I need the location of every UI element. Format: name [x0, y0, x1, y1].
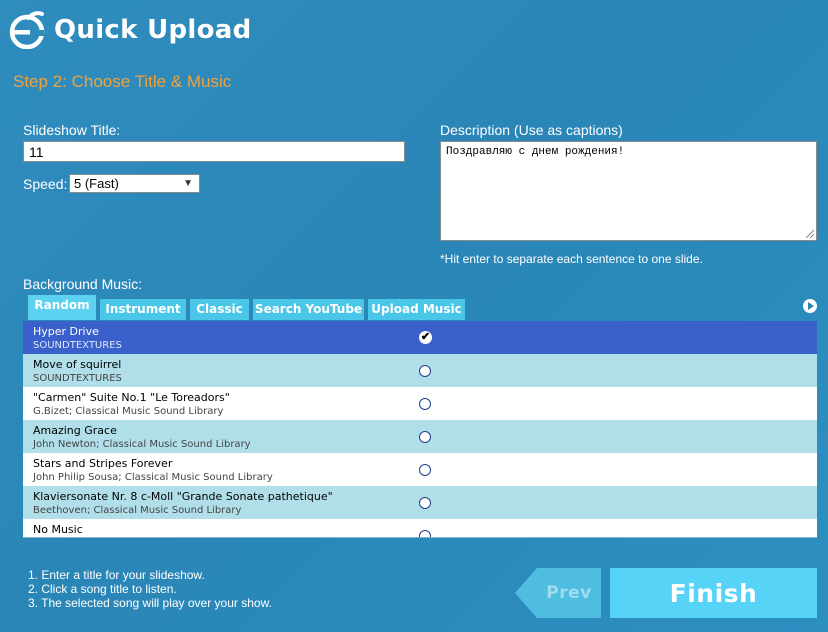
tab-search-youtube[interactable]: Search YouTube	[253, 299, 364, 320]
song-artist: John Newton; Classical Music Sound Libra…	[33, 439, 251, 450]
tab-classic[interactable]: Classic	[190, 299, 249, 320]
description-textarea[interactable]: Поздравляю с днем рождения!	[440, 141, 817, 241]
checkmark-icon[interactable]: ✔	[419, 331, 432, 344]
music-tabs: Random Instrument Classic Search YouTube…	[28, 295, 465, 320]
song-row-move-of-squirrel[interactable]: Move of squirrel SOUNDTEXTURES	[23, 354, 817, 387]
description-text: Поздравляю с днем рождения!	[446, 146, 625, 158]
song-radio[interactable]	[419, 398, 431, 410]
logo-text: Quick Upload	[54, 15, 252, 45]
prev-button-label: Prev	[537, 568, 601, 618]
chevron-down-icon: ▼	[183, 178, 193, 189]
step-title: Step 2: Choose Title & Music	[13, 72, 232, 91]
speed-label: Speed:	[23, 176, 68, 192]
resize-grip-icon[interactable]	[806, 230, 814, 238]
logo-icon	[8, 11, 46, 50]
slideshow-title-label: Slideshow Title:	[23, 122, 121, 138]
song-row-no-music[interactable]: No Music	[23, 519, 817, 537]
song-radio[interactable]	[419, 497, 431, 509]
instruction-2: 2. Click a song title to listen.	[28, 582, 177, 596]
song-row-carmen[interactable]: "Carmen" Suite No.1 "Le Toreadors" G.Biz…	[23, 387, 817, 420]
song-artist: SOUNDTEXTURES	[33, 373, 122, 384]
song-row-klaviersonate[interactable]: Klaviersonate Nr. 8 c-Moll "Grande Sonat…	[23, 486, 817, 519]
song-row-amazing-grace[interactable]: Amazing Grace John Newton; Classical Mus…	[23, 420, 817, 453]
instruction-3: 3. The selected song will play over your…	[28, 596, 272, 610]
speed-select[interactable]: 5 (Fast) ▼	[69, 174, 200, 193]
song-artist: John Philip Sousa; Classical Music Sound…	[33, 472, 273, 483]
song-radio[interactable]	[419, 365, 431, 377]
song-artist: Beethoven; Classical Music Sound Library	[33, 505, 242, 516]
instruction-1: 1. Enter a title for your slideshow.	[28, 568, 205, 582]
song-artist: SOUNDTEXTURES	[33, 340, 122, 351]
song-title: Move of squirrel	[33, 358, 122, 371]
song-radio[interactable]	[419, 431, 431, 443]
song-title: Amazing Grace	[33, 424, 117, 437]
song-title: "Carmen" Suite No.1 "Le Toreadors"	[33, 391, 230, 404]
song-list: Hyper Drive SOUNDTEXTURES ✔ Move of squi…	[23, 321, 817, 538]
slideshow-title-input[interactable]	[23, 141, 405, 162]
song-title: Hyper Drive	[33, 325, 99, 338]
song-radio[interactable]	[419, 530, 431, 537]
song-title: Stars and Stripes Forever	[33, 457, 173, 470]
tabs-scroll-right-icon[interactable]	[803, 299, 817, 313]
tab-instrument[interactable]: Instrument	[100, 299, 186, 320]
song-radio[interactable]	[419, 464, 431, 476]
song-row-hyper-drive[interactable]: Hyper Drive SOUNDTEXTURES ✔	[23, 321, 817, 354]
speed-value: 5 (Fast)	[74, 176, 119, 191]
prev-button[interactable]: Prev	[515, 568, 601, 618]
background-music-label: Background Music:	[23, 276, 143, 292]
song-row-stars-and-stripes[interactable]: Stars and Stripes Forever John Philip So…	[23, 453, 817, 486]
instructions: 1. Enter a title for your slideshow. 2. …	[28, 568, 272, 610]
app-logo: Quick Upload	[8, 8, 252, 52]
finish-button[interactable]: Finish	[610, 568, 817, 618]
song-title: No Music	[33, 523, 83, 536]
arrow-left-icon	[515, 568, 537, 618]
description-label: Description (Use as captions)	[440, 122, 623, 138]
song-artist: G.Bizet; Classical Music Sound Library	[33, 406, 224, 417]
tab-random[interactable]: Random	[28, 295, 96, 320]
song-title: Klaviersonate Nr. 8 c-Moll "Grande Sonat…	[33, 490, 333, 503]
tab-upload-music[interactable]: Upload Music	[368, 299, 465, 320]
description-hint: *Hit enter to separate each sentence to …	[440, 252, 703, 266]
